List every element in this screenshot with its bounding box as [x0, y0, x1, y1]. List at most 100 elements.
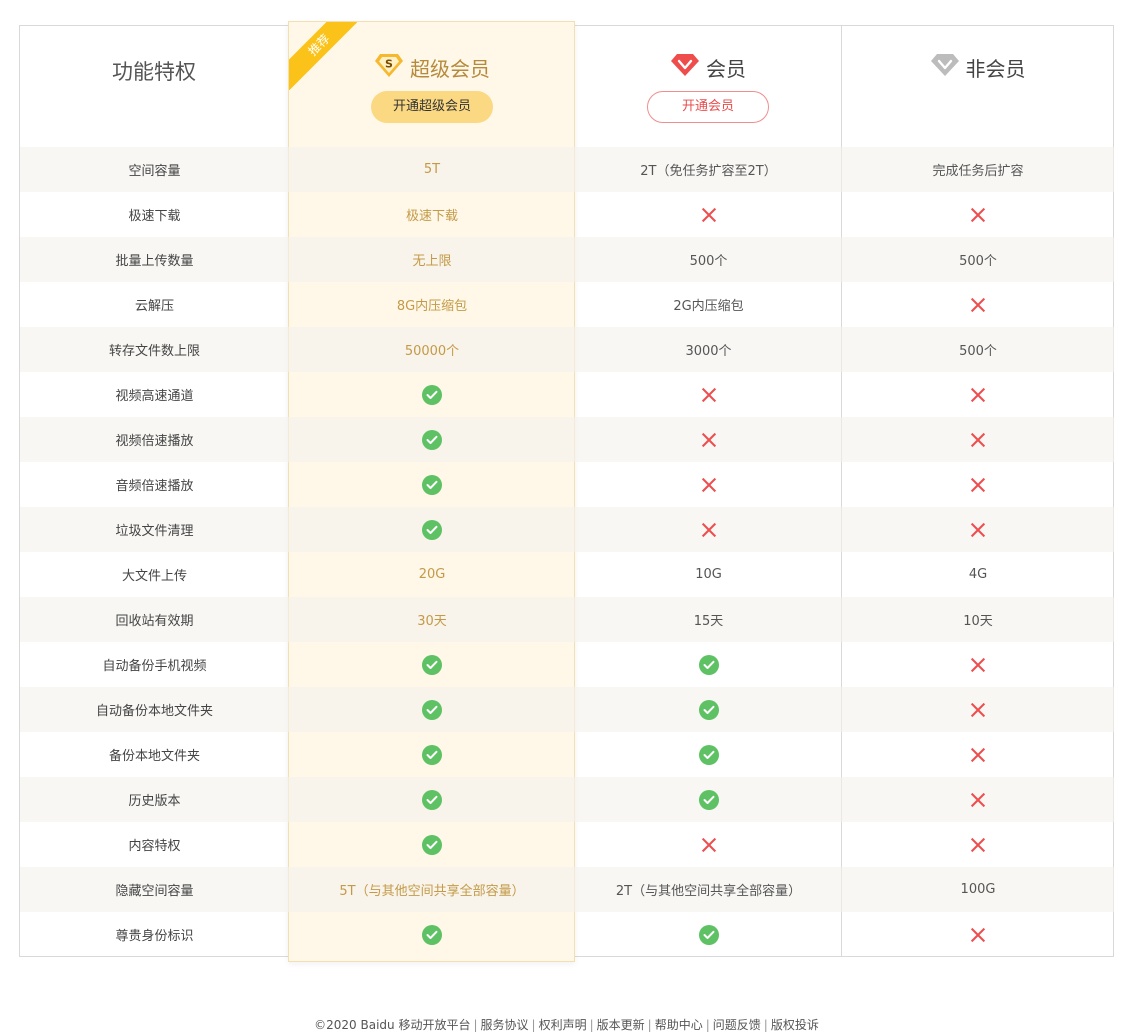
super-vip-title: 超级会员 — [410, 56, 490, 81]
member-header: 会员 开通会员 — [575, 25, 841, 147]
table-row: 视频高速通道 — [20, 372, 1114, 417]
feature-name-value: 极速下载 — [128, 209, 181, 224]
feature-name-value: 历史版本 — [128, 794, 181, 809]
nonmember-cross — [842, 192, 1114, 237]
member-title: 会员 — [706, 56, 746, 81]
gray-diamond-icon — [930, 53, 960, 82]
feature-name-value: 尊贵身份标识 — [115, 929, 194, 944]
footer-link[interactable]: 版权投诉 — [771, 1018, 819, 1032]
nonmember-value: 100G — [960, 882, 996, 897]
cross-icon — [970, 432, 986, 448]
nonmember-cross — [842, 777, 1114, 822]
nonmember-value: 500个 — [959, 344, 997, 359]
feature-name-value: 视频倍速播放 — [115, 434, 194, 449]
cross-icon — [970, 792, 986, 808]
footer-link[interactable]: 版本更新 — [597, 1018, 645, 1032]
cross-icon — [701, 432, 717, 448]
super-vip-check — [289, 732, 575, 777]
nonmember-value: 4G — [968, 567, 988, 582]
feature-name-value: 转存文件数上限 — [108, 344, 200, 359]
table-row: 云解压 8G内压缩包 2G内压缩包 — [20, 282, 1114, 327]
cross-icon — [701, 477, 717, 493]
feature-name-value: 回收站有效期 — [115, 614, 194, 629]
open-member-button[interactable]: 开通会员 — [647, 91, 769, 123]
table-row: 垃圾文件清理 — [20, 507, 1114, 552]
feature-name-value: 垃圾文件清理 — [115, 524, 194, 539]
nonmember-cross — [842, 507, 1114, 552]
cross-icon — [970, 702, 986, 718]
member-cross — [575, 417, 842, 462]
super-vip-value: 30天 — [417, 614, 447, 629]
cross-icon — [701, 522, 717, 538]
svg-text:S: S — [385, 57, 393, 70]
cross-icon — [970, 387, 986, 403]
super-vip-value: 8G内压缩包 — [396, 299, 468, 314]
footer-link[interactable]: 帮助中心 — [655, 1018, 703, 1032]
copyright: ©2020 Baidu — [314, 1018, 395, 1032]
open-super-vip-button[interactable]: 开通超级会员 — [371, 91, 493, 123]
footer-link[interactable]: 移动开放平台 — [398, 1018, 470, 1032]
nonmember-cross — [842, 282, 1114, 327]
super-vip-check — [289, 507, 575, 552]
nonmember-cross — [842, 462, 1114, 507]
member-check — [575, 732, 842, 777]
check-icon — [422, 384, 442, 405]
table-row: 视频倍速播放 — [20, 417, 1114, 462]
recommend-ribbon-label: 推荐 — [289, 22, 357, 90]
check-icon — [422, 429, 442, 450]
feature-name-value: 自动备份手机视频 — [102, 659, 207, 674]
nonmember-cross — [842, 912, 1114, 957]
cross-icon — [701, 837, 717, 853]
footer-separator: | — [705, 1018, 710, 1032]
nonmember-cross — [842, 372, 1114, 417]
footer-link[interactable]: 问题反馈 — [713, 1018, 761, 1032]
table-row: 内容特权 — [20, 822, 1114, 867]
table-row: 音频倍速播放 — [20, 462, 1114, 507]
feature-name-value: 备份本地文件夹 — [108, 749, 200, 764]
feature-column-title: 功能特权 — [112, 60, 196, 84]
table-row: 转存文件数上限 50000个 3000个 500个 — [20, 327, 1114, 372]
table-row: 大文件上传 20G 10G 4G — [20, 552, 1114, 597]
member-cross — [575, 372, 842, 417]
table-row: 尊贵身份标识 — [20, 912, 1114, 957]
member-value: 3000个 — [685, 344, 732, 359]
feature-name-value: 隐藏空间容量 — [115, 884, 194, 899]
check-icon — [422, 519, 442, 540]
cross-icon — [970, 747, 986, 763]
super-vip-check — [289, 462, 575, 507]
nonmember-cross — [842, 822, 1114, 867]
member-value: 500个 — [689, 254, 728, 269]
footer-separator: | — [589, 1018, 594, 1032]
check-icon — [422, 789, 442, 810]
member-cross — [575, 192, 842, 237]
super-vip-check — [289, 777, 575, 822]
cross-icon — [970, 657, 986, 673]
member-value: 15天 — [693, 614, 724, 629]
nonmember-value: 10天 — [963, 614, 993, 629]
footer-link[interactable]: 服务协议 — [481, 1018, 529, 1032]
check-icon — [698, 654, 719, 675]
footer-link[interactable]: 权利声明 — [539, 1018, 587, 1032]
red-diamond-icon — [670, 53, 700, 82]
member-value: 2T（与其他空间共享全部容量） — [615, 884, 802, 899]
check-icon — [698, 699, 719, 720]
footer-separator: | — [647, 1018, 652, 1032]
feature-name-value: 内容特权 — [128, 839, 181, 854]
check-icon — [422, 654, 442, 675]
cross-icon — [970, 297, 986, 313]
cross-icon — [970, 207, 986, 223]
super-vip-value: 20G — [418, 567, 446, 582]
table-row: 自动备份手机视频 — [20, 642, 1114, 687]
check-icon — [698, 789, 719, 810]
member-value: 2T（免任务扩容至2T） — [640, 164, 777, 179]
cross-icon — [970, 477, 986, 493]
table-row: 极速下载 极速下载 — [20, 192, 1114, 237]
feature-name-value: 音频倍速播放 — [115, 479, 194, 494]
check-icon — [698, 744, 719, 765]
member-cross — [575, 462, 842, 507]
table-row: 回收站有效期 30天 15天 10天 — [20, 597, 1114, 642]
super-vip-check — [289, 642, 575, 687]
feature-name-value: 云解压 — [134, 299, 174, 314]
feature-name-value: 视频高速通道 — [115, 389, 194, 404]
table-header: 功能特权 S 超级会员 开通超级会员 会员 开通会员 非会员 — [19, 25, 1114, 147]
